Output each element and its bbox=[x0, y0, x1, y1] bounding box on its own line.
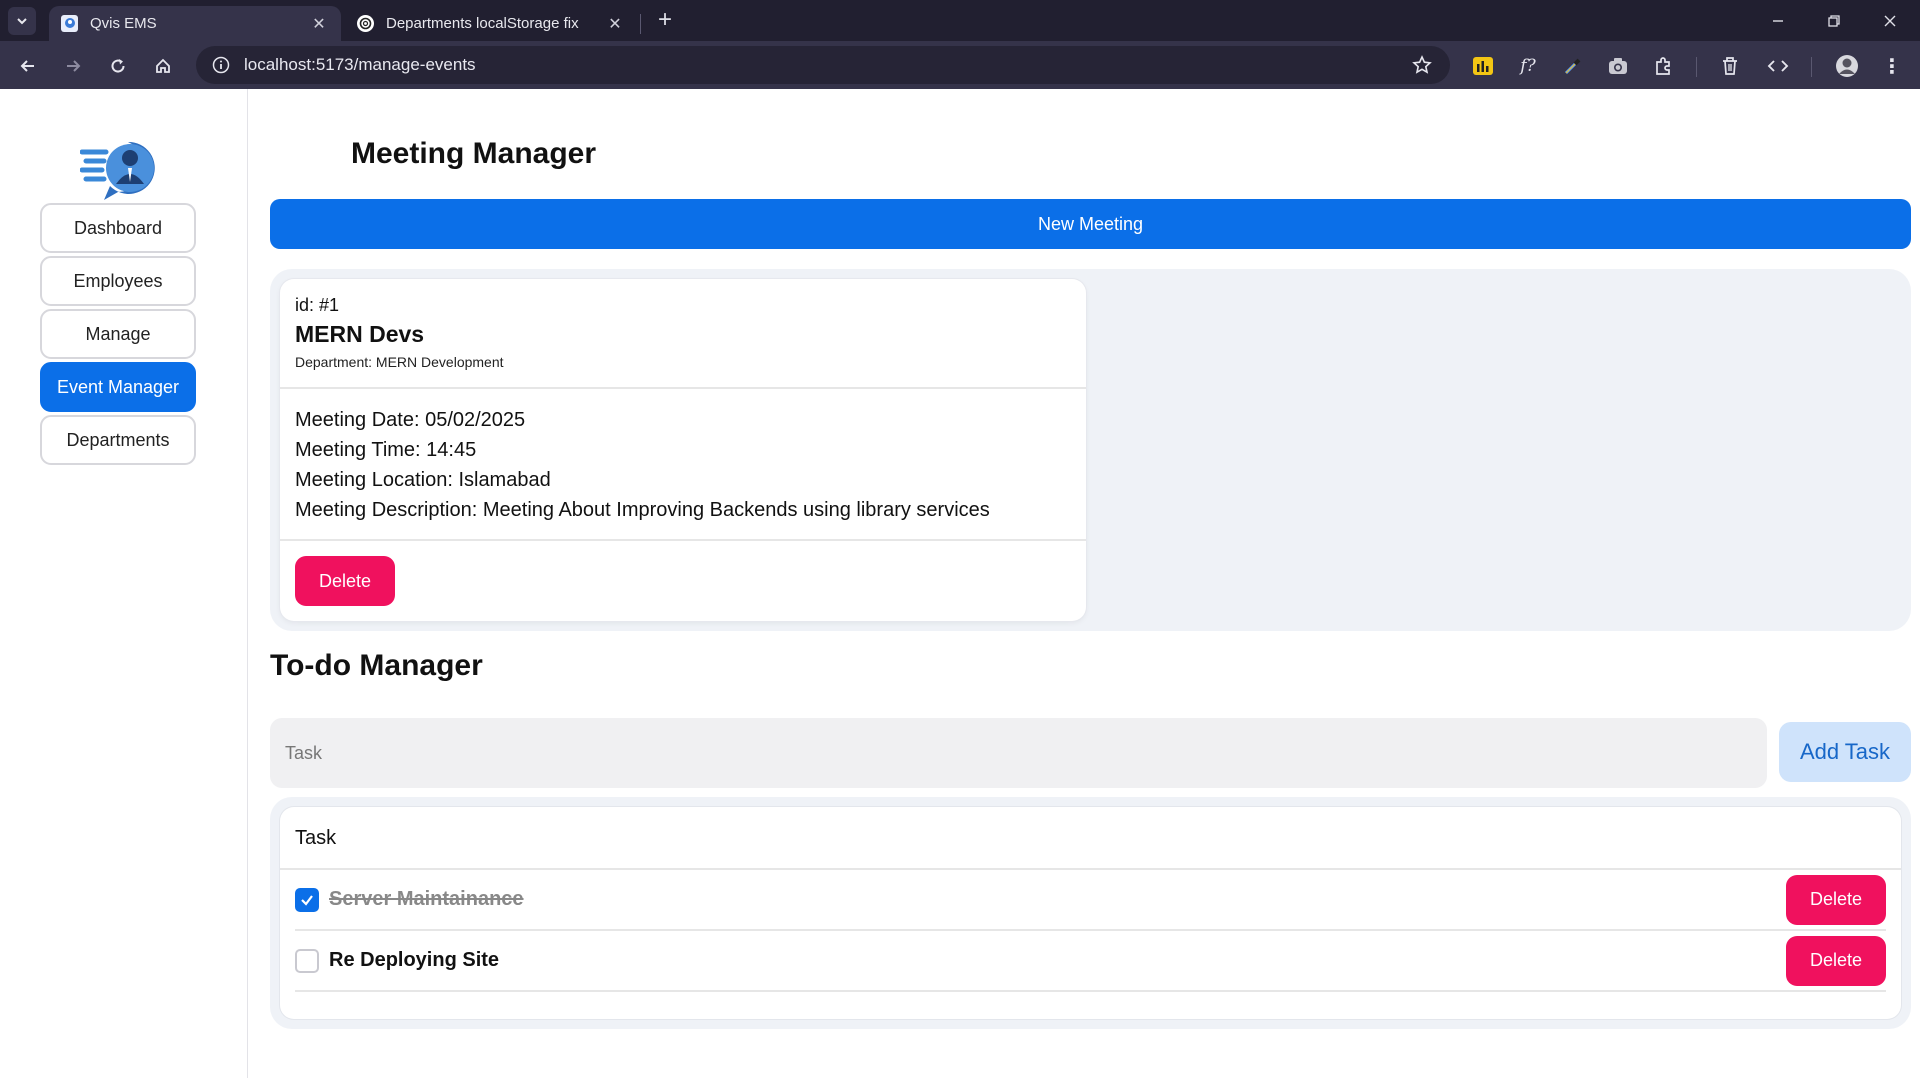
extensions-puzzle-icon[interactable] bbox=[1650, 53, 1676, 79]
todo-item-text: Re Deploying Site bbox=[329, 949, 500, 971]
eyedropper-extension-icon[interactable] bbox=[1560, 53, 1586, 79]
trash-extension-icon[interactable] bbox=[1717, 53, 1743, 79]
delete-task-button[interactable]: Delete bbox=[1786, 874, 1886, 925]
forward-arrow-icon[interactable] bbox=[58, 51, 88, 81]
home-icon[interactable] bbox=[148, 51, 178, 81]
reload-icon[interactable] bbox=[103, 51, 133, 81]
meeting-location: Meeting Location: Islamabad bbox=[295, 469, 551, 491]
close-window-icon[interactable] bbox=[1862, 0, 1918, 41]
browser-toolbar: localhost:5173/manage-events f? ⋮ bbox=[0, 41, 1920, 89]
chevron-down-icon bbox=[17, 18, 27, 25]
tab-title: Qvis EMS bbox=[90, 15, 157, 32]
sidebar: Dashboard Employees Manage Event Manager… bbox=[0, 89, 248, 1078]
sidebar-item-manage[interactable]: Manage bbox=[40, 309, 196, 359]
new-tab-icon[interactable]: + bbox=[652, 8, 678, 34]
analytics-extension-icon[interactable] bbox=[1470, 53, 1496, 79]
toolbar-divider bbox=[1696, 57, 1697, 77]
todo-card: Task Server Maintainance Delete Re Deplo… bbox=[280, 807, 1901, 1019]
todo-checkbox[interactable] bbox=[295, 948, 319, 973]
todo-list-panel: Task Server Maintainance Delete Re Deplo… bbox=[270, 797, 1911, 1029]
page-title: Meeting Manager bbox=[351, 137, 597, 170]
tab-search-button[interactable] bbox=[8, 7, 36, 35]
browser-tab-departments[interactable]: Departments localStorage fix ✕ bbox=[345, 6, 637, 41]
site-info-icon[interactable] bbox=[210, 54, 232, 76]
meeting-card-header: id: #1 MERN Devs Department: MERN Develo… bbox=[280, 279, 1086, 389]
qvis-favicon-icon bbox=[61, 15, 78, 32]
close-tab-icon[interactable]: ✕ bbox=[309, 14, 329, 34]
close-tab-icon[interactable]: ✕ bbox=[605, 14, 625, 34]
toolbar-divider bbox=[1811, 57, 1812, 77]
todo-list-header: Task bbox=[280, 807, 1901, 870]
add-task-button[interactable]: Add Task bbox=[1779, 722, 1911, 782]
meeting-time: Meeting Time: 14:45 bbox=[295, 439, 477, 461]
delete-meeting-button[interactable]: Delete bbox=[295, 556, 395, 606]
new-meeting-button[interactable]: New Meeting bbox=[270, 199, 1911, 249]
bookmark-star-icon[interactable] bbox=[1408, 51, 1436, 79]
meeting-department: Department: MERN Development bbox=[295, 354, 504, 370]
meeting-list: id: #1 MERN Devs Department: MERN Develo… bbox=[270, 269, 1911, 631]
profile-avatar-icon[interactable] bbox=[1834, 53, 1860, 79]
meeting-card-footer: Delete bbox=[295, 556, 395, 606]
tab-title: Departments localStorage fix bbox=[386, 15, 579, 32]
todo-item: Re Deploying Site Delete bbox=[295, 931, 1886, 992]
meeting-card-body: Meeting Date: 05/02/2025 Meeting Time: 1… bbox=[280, 389, 1086, 541]
meeting-card: id: #1 MERN Devs Department: MERN Develo… bbox=[280, 279, 1086, 621]
sidebar-item-departments[interactable]: Departments bbox=[40, 415, 196, 465]
sidebar-item-employees[interactable]: Employees bbox=[40, 256, 196, 306]
task-input[interactable] bbox=[270, 718, 1767, 788]
restore-window-icon[interactable] bbox=[1806, 0, 1862, 41]
meeting-id: id: #1 bbox=[295, 295, 340, 315]
browser-menu-icon[interactable]: ⋮ bbox=[1879, 53, 1905, 79]
checkmark-icon bbox=[301, 894, 313, 906]
delete-task-button[interactable]: Delete bbox=[1786, 935, 1886, 986]
sidebar-item-dashboard[interactable]: Dashboard bbox=[40, 203, 196, 253]
fonts-extension-icon[interactable]: f? bbox=[1515, 53, 1541, 79]
sidebar-item-event-manager[interactable]: Event Manager bbox=[40, 362, 196, 412]
openai-favicon-icon bbox=[357, 15, 374, 32]
browser-tab-strip: Qvis EMS ✕ Departments localStorage fix … bbox=[0, 0, 1920, 41]
qvis-logo bbox=[79, 134, 158, 206]
back-arrow-icon[interactable] bbox=[13, 51, 43, 81]
app-root: Dashboard Employees Manage Event Manager… bbox=[0, 89, 1920, 1078]
todo-section-title: To-do Manager bbox=[270, 649, 483, 682]
main-content: Meeting Manager New Meeting id: #1 MERN … bbox=[248, 89, 1920, 1078]
todo-item-text: Server Maintainance bbox=[329, 888, 524, 910]
camera-extension-icon[interactable] bbox=[1605, 53, 1631, 79]
tab-divider bbox=[640, 14, 641, 34]
todo-checkbox[interactable] bbox=[295, 887, 319, 912]
url-text[interactable]: localhost:5173/manage-events bbox=[244, 55, 1408, 75]
address-bar[interactable]: localhost:5173/manage-events bbox=[196, 46, 1450, 84]
meeting-description: Meeting Description: Meeting About Impro… bbox=[295, 499, 990, 521]
meeting-name: MERN Devs bbox=[295, 321, 425, 347]
minimize-window-icon[interactable] bbox=[1750, 0, 1806, 41]
todo-item: Server Maintainance Delete bbox=[295, 870, 1886, 931]
devtools-code-icon[interactable] bbox=[1765, 53, 1791, 79]
browser-tab-qvis[interactable]: Qvis EMS ✕ bbox=[49, 6, 341, 41]
meeting-date: Meeting Date: 05/02/2025 bbox=[295, 409, 526, 431]
